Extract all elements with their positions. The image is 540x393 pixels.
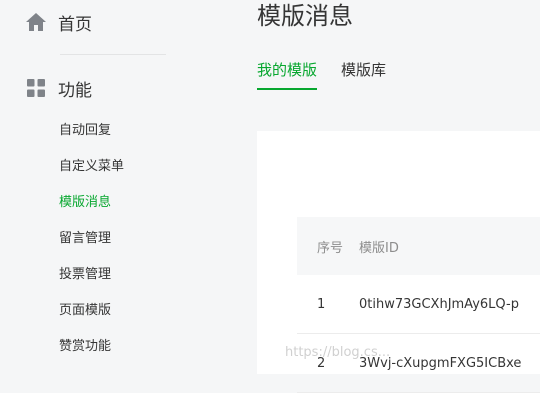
cell-index: 1 (317, 296, 326, 312)
table-row: 2 3Wvj-cXupgmFXG5ICBxe (297, 334, 540, 393)
sidebar-item-comment-management[interactable]: 留言管理 (59, 226, 124, 262)
grid-icon (24, 76, 48, 100)
column-header-index: 序号 (317, 240, 344, 256)
sidebar-item-auto-reply[interactable]: 自动回复 (59, 118, 124, 154)
sidebar-home[interactable]: 首页 (24, 8, 92, 36)
page-title: 模版消息 (257, 2, 353, 30)
sidebar-item-appreciation[interactable]: 赞赏功能 (59, 334, 124, 370)
sidebar: 首页 功能 自动回复 自定义菜单 模版消息 留言管理 投票管理 页面模版 赞赏功… (0, 0, 182, 374)
tab-bar: 我的模版 模版库 (257, 54, 410, 90)
sidebar-menu: 自动回复 自定义菜单 模版消息 留言管理 投票管理 页面模版 赞赏功能 (59, 118, 124, 370)
sidebar-item-page-template[interactable]: 页面模版 (59, 298, 124, 334)
main-content: 模版消息 我的模版 模版库 序号 模版ID 1 0tihw73GCXhJmAy6… (182, 0, 540, 393)
tab-template-library[interactable]: 模版库 (341, 54, 386, 88)
content-panel: 序号 模版ID 1 0tihw73GCXhJmAy6LQ-p 2 3Wvj-cX… (257, 131, 540, 393)
sidebar-home-label: 首页 (58, 14, 92, 35)
sidebar-divider (60, 54, 166, 55)
sidebar-item-template-message[interactable]: 模版消息 (59, 190, 124, 226)
sidebar-item-custom-menu[interactable]: 自定义菜单 (59, 154, 124, 190)
watermark: https://blog.cs... (285, 345, 391, 360)
table-row: 1 0tihw73GCXhJmAy6LQ-p (297, 275, 540, 334)
sidebar-section-function: 功能 (24, 74, 92, 102)
template-table: 序号 模版ID 1 0tihw73GCXhJmAy6LQ-p 2 3Wvj-cX… (297, 217, 540, 393)
table-header: 序号 模版ID (297, 217, 540, 275)
sidebar-item-vote-management[interactable]: 投票管理 (59, 262, 124, 298)
cell-template-id: 0tihw73GCXhJmAy6LQ-p (359, 296, 519, 312)
column-header-template-id: 模版ID (359, 240, 399, 256)
tab-my-templates[interactable]: 我的模版 (257, 54, 318, 90)
sidebar-function-label: 功能 (58, 80, 92, 101)
home-icon (24, 10, 48, 34)
